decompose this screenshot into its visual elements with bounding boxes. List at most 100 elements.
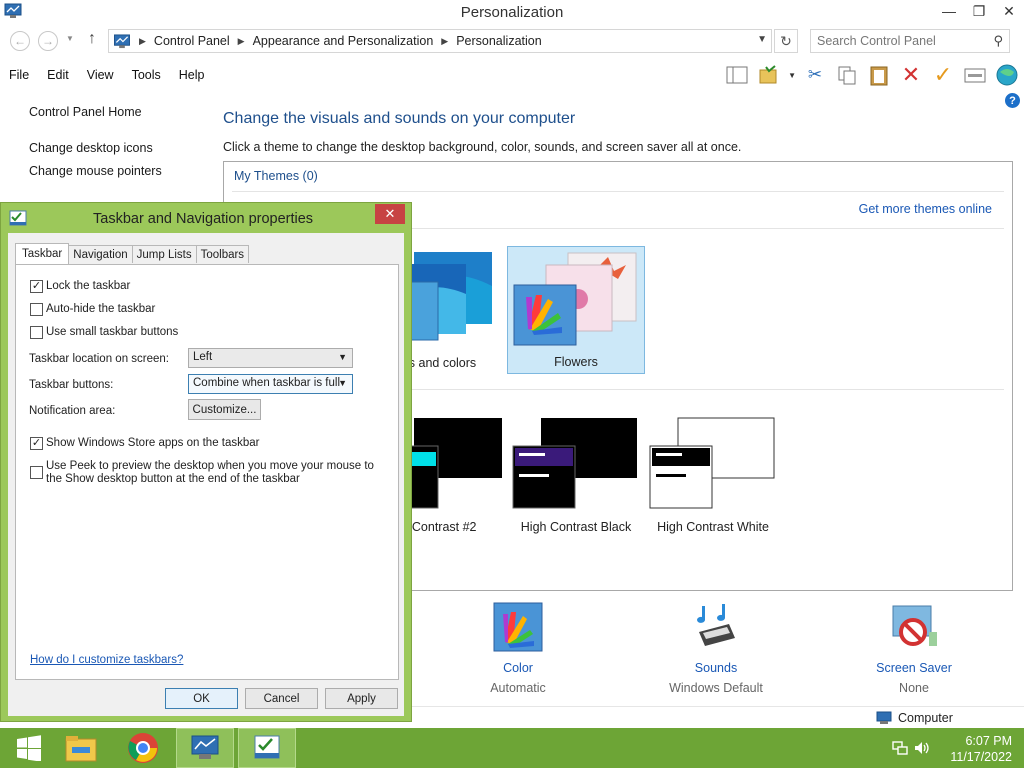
theme-preview-flowers	[513, 252, 637, 346]
screen-saver-setting-title: Screen Saver	[876, 661, 952, 675]
properties-check-icon[interactable]: ✓	[930, 62, 956, 88]
store-apps-checkbox[interactable]: ✓	[30, 437, 43, 450]
small-buttons-option[interactable]: Use small taskbar buttons	[30, 326, 178, 339]
clock[interactable]: 6:07 PM 11/17/2022	[950, 733, 1012, 765]
screen-saver-setting-value: None	[899, 681, 929, 695]
peek-option[interactable]: Use Peek to preview the desktop when you…	[30, 460, 380, 486]
sounds-setting[interactable]: Sounds Windows Default	[651, 602, 781, 695]
breadcrumb-appearance[interactable]: Appearance and Personalization	[253, 34, 434, 48]
menu-help[interactable]: Help	[170, 68, 214, 82]
lock-taskbar-option[interactable]: ✓ Lock the taskbar	[30, 280, 130, 293]
menu-edit[interactable]: Edit	[38, 68, 78, 82]
small-buttons-checkbox[interactable]	[30, 326, 43, 339]
chrome-taskbar-button[interactable]	[114, 728, 172, 768]
sounds-icon	[697, 604, 735, 646]
window-titlebar: Personalization — ❐ ✕	[0, 0, 1024, 24]
dialog-titlebar[interactable]: Taskbar and Navigation properties ✕	[1, 203, 411, 233]
menu-file[interactable]: File	[0, 68, 38, 82]
chevron-down-icon: ▼	[338, 378, 347, 388]
customize-button[interactable]: Customize...	[188, 399, 261, 420]
menu-tools[interactable]: Tools	[123, 68, 170, 82]
layout-icon[interactable]	[724, 62, 750, 88]
address-row: ← → ▼ ↑ ▶ Control Panel ▶ Appearance and…	[0, 28, 1024, 54]
file-explorer-icon	[65, 736, 97, 762]
dialog-close-button[interactable]: ✕	[375, 204, 405, 224]
minimize-button[interactable]: —	[934, 0, 964, 22]
copy-icon[interactable]	[834, 62, 860, 88]
tab-toolbars[interactable]: Toolbars	[195, 245, 250, 263]
start-button[interactable]	[0, 728, 58, 768]
taskbar-properties-taskbar-button[interactable]	[238, 728, 296, 768]
window-icon[interactable]	[962, 62, 988, 88]
link-control-panel-home[interactable]: Control Panel Home	[29, 105, 142, 119]
file-explorer-taskbar-button[interactable]	[52, 728, 110, 768]
control-panel-taskbar-button[interactable]	[176, 728, 234, 768]
theme-flowers[interactable]: Flowers	[507, 246, 645, 374]
link-change-desktop-icons[interactable]: Change desktop icons	[29, 141, 153, 155]
sounds-setting-title: Sounds	[694, 661, 738, 675]
tab-jump-lists[interactable]: Jump Lists	[131, 245, 197, 263]
search-icon[interactable]: ⚲	[993, 33, 1003, 49]
cancel-button[interactable]: Cancel	[245, 688, 318, 709]
taskbar-buttons-label: Taskbar buttons:	[29, 379, 114, 391]
apply-button[interactable]: Apply	[325, 688, 398, 709]
tab-taskbar[interactable]: Taskbar	[15, 243, 70, 264]
address-bar[interactable]: ▶ Control Panel ▶ Appearance and Persona…	[108, 29, 772, 53]
get-more-themes-link[interactable]: Get more themes online	[859, 202, 992, 216]
my-themes-header[interactable]: My Themes (0)	[234, 169, 318, 183]
recent-pages-chevron-icon[interactable]: ▼	[66, 34, 74, 43]
menu-view[interactable]: View	[78, 68, 123, 82]
lock-taskbar-label: Lock the taskbar	[46, 280, 131, 292]
back-arrow-icon[interactable]: ←	[10, 31, 30, 51]
help-customize-taskbars-link[interactable]: How do I customize taskbars?	[30, 654, 183, 666]
breadcrumb-control-panel[interactable]: Control Panel	[154, 34, 230, 48]
taskbar-buttons-value: Combine when taskbar is full	[193, 377, 341, 389]
tab-navigation[interactable]: Navigation	[68, 245, 133, 263]
color-setting[interactable]: Color Automatic	[453, 602, 583, 695]
page-title: Change the visuals and sounds on your co…	[223, 110, 576, 127]
globe-icon[interactable]	[994, 62, 1020, 88]
clock-date: 11/17/2022	[950, 750, 1012, 764]
dialog-tabs: Taskbar Navigation Jump Lists Toolbars	[15, 243, 250, 265]
theme-high-contrast-white[interactable]: High Contrast White	[644, 410, 782, 538]
lock-taskbar-checkbox[interactable]: ✓	[30, 280, 43, 293]
help-icon[interactable]: ?	[1005, 93, 1020, 108]
forward-arrow-icon[interactable]: →	[38, 31, 58, 51]
dialog-title: Taskbar and Navigation properties	[93, 211, 314, 227]
sounds-setting-value: Windows Default	[669, 681, 763, 695]
computer-icon	[876, 711, 892, 724]
volume-icon[interactable]	[914, 740, 930, 756]
taskbar-buttons-select[interactable]: Combine when taskbar is full ▼	[188, 374, 353, 394]
delete-icon[interactable]: ✕	[898, 62, 924, 88]
up-arrow-icon[interactable]: ↑	[88, 30, 96, 48]
taskbar-location-select[interactable]: Left ▼	[188, 348, 353, 368]
dialog-body: Taskbar Navigation Jump Lists Toolbars ✓…	[8, 233, 404, 716]
close-button[interactable]: ✕	[994, 0, 1024, 22]
breadcrumb-personalization[interactable]: Personalization	[456, 34, 541, 48]
folder-options-icon[interactable]	[756, 62, 782, 88]
network-icon[interactable]	[892, 740, 908, 756]
link-change-mouse-pointers[interactable]: Change mouse pointers	[29, 164, 162, 178]
paste-icon[interactable]	[866, 62, 892, 88]
chevron-right-icon: ▶	[139, 35, 146, 46]
screen-saver-setting[interactable]: Screen Saver None	[849, 602, 979, 695]
store-apps-option[interactable]: ✓ Show Windows Store apps on the taskbar	[30, 437, 260, 450]
cut-icon[interactable]: ✂	[802, 62, 828, 88]
theme-high-contrast-black[interactable]: High Contrast Black	[507, 410, 645, 538]
refresh-icon[interactable]: ↻	[774, 29, 798, 53]
auto-hide-checkbox[interactable]	[30, 303, 43, 316]
divider	[232, 191, 1004, 192]
theme-caption: Flowers	[554, 355, 598, 369]
chevron-right-icon: ▶	[237, 35, 245, 46]
peek-checkbox[interactable]	[30, 466, 43, 479]
chevron-down-icon[interactable]: ▼	[757, 34, 767, 45]
status-computer: Computer	[898, 711, 953, 725]
control-panel-icon	[4, 3, 22, 18]
theme-caption: High Contrast White	[657, 520, 769, 534]
auto-hide-option[interactable]: Auto-hide the taskbar	[30, 303, 155, 316]
search-input[interactable]: Search Control Panel ⚲	[810, 29, 1010, 53]
system-tray: 6:07 PM 11/17/2022	[884, 728, 1024, 768]
ok-button[interactable]: OK	[165, 688, 238, 709]
maximize-button[interactable]: ❐	[964, 0, 994, 22]
chevron-down-icon[interactable]: ▼	[788, 71, 796, 80]
